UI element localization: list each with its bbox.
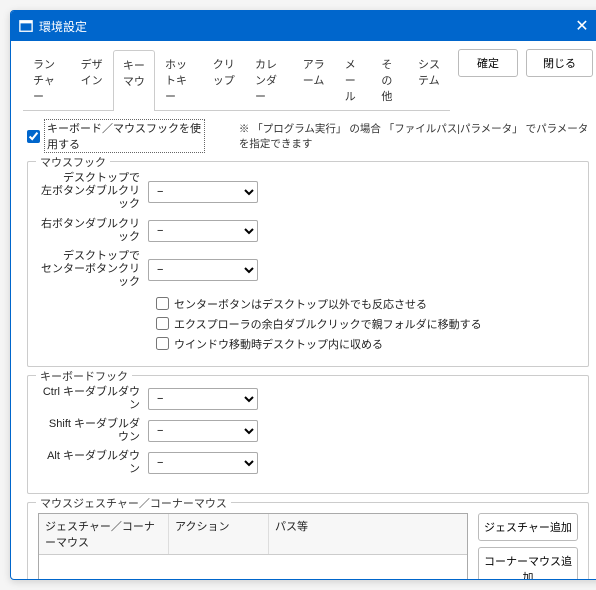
tab-launcher[interactable]: ランチャー	[23, 49, 71, 110]
content-area: キーボード／マウスフックを使用する ※ 「プログラム実行」 の場合 「ファイルパ…	[11, 111, 596, 579]
preferences-window: 環境設定 ✕ ランチャー デザイン キーマウ ホットキー クリップ カレンダー …	[10, 10, 596, 580]
close-button[interactable]: 閉じる	[526, 49, 593, 77]
row-ctrl-dbl: Ctrl キーダブルダウン −	[38, 386, 578, 412]
label-shift-dbl: Shift キーダブルダウン	[38, 418, 148, 444]
check-center-anywhere-label: センターボタンはデスクトップ以外でも反応させる	[174, 296, 427, 312]
tab-mail[interactable]: メール	[335, 49, 372, 110]
gesture-col-2: アクション	[169, 514, 269, 554]
window-title: 環境設定	[39, 18, 567, 35]
add-corner-button[interactable]: コーナーマウス追加	[478, 547, 578, 579]
check-center-anywhere-row: センターボタンはデスクトップ以外でも反応させる	[156, 296, 578, 312]
gesture-col-1: ジェスチャー／コーナーマウス	[39, 514, 169, 554]
tab-other[interactable]: その他	[371, 49, 408, 110]
keyboard-hook-legend: キーボードフック	[36, 368, 132, 384]
check-window-move[interactable]	[156, 337, 169, 350]
row-desktop-center: デスクトップで センターボタンクリック −	[38, 250, 578, 290]
enable-hook-checkbox[interactable]	[27, 130, 40, 143]
param-hint: ※ 「プログラム実行」 の場合 「ファイルパス|パラメータ」 でパラメータを指定…	[239, 121, 589, 151]
gesture-table-header: ジェスチャー／コーナーマウス アクション パス等	[39, 514, 467, 555]
tab-design[interactable]: デザイン	[71, 49, 113, 110]
label-desktop-left-dbl: デスクトップで 左ボタンダブルクリック	[38, 172, 148, 212]
top-row: ランチャー デザイン キーマウ ホットキー クリップ カレンダー アラーム メー…	[11, 41, 596, 111]
gesture-buttons: ジェスチャー追加 コーナーマウス追加 ↑上へ移動 ↓下へ移動 削除	[478, 513, 578, 579]
select-alt-dbl[interactable]: −	[148, 452, 258, 474]
check-center-anywhere[interactable]	[156, 297, 169, 310]
keyboard-hook-fieldset: キーボードフック Ctrl キーダブルダウン − Shift キーダブルダウン …	[27, 375, 589, 494]
tab-clip[interactable]: クリップ	[203, 49, 245, 110]
check-window-move-row: ウインドウ移動時デスクトップ内に収める	[156, 336, 578, 352]
row-alt-dbl: Alt キーダブルダウン −	[38, 450, 578, 476]
select-shift-dbl[interactable]: −	[148, 420, 258, 442]
tab-alarm[interactable]: アラーム	[293, 49, 335, 110]
mouse-hook-legend: マウスフック	[36, 154, 110, 170]
select-desktop-left-dbl[interactable]: −	[148, 181, 258, 203]
check-explorer-dbl[interactable]	[156, 317, 169, 330]
select-right-dbl[interactable]: −	[148, 220, 258, 242]
row-shift-dbl: Shift キーダブルダウン −	[38, 418, 578, 444]
tab-system[interactable]: システム	[408, 49, 450, 110]
enable-hook-row: キーボード／マウスフックを使用する ※ 「プログラム実行」 の場合 「ファイルパ…	[27, 119, 589, 153]
label-right-dbl: 右ボタンダブルクリック	[38, 218, 148, 244]
gesture-fieldset: マウスジェスチャー／コーナーマウス ジェスチャー／コーナーマウス アクション パ…	[27, 502, 589, 579]
tab-hotkey[interactable]: ホットキー	[155, 49, 203, 110]
add-gesture-button[interactable]: ジェスチャー追加	[478, 513, 578, 541]
row-desktop-left-dbl: デスクトップで 左ボタンダブルクリック −	[38, 172, 578, 212]
label-alt-dbl: Alt キーダブルダウン	[38, 450, 148, 476]
row-right-dbl: 右ボタンダブルクリック −	[38, 218, 578, 244]
tab-keymouse[interactable]: キーマウ	[113, 50, 155, 111]
gesture-col-3: パス等	[269, 514, 467, 554]
enable-hook-label: キーボード／マウスフックを使用する	[44, 119, 205, 153]
window-close-button[interactable]: ✕	[567, 16, 596, 36]
gesture-area: ジェスチャー／コーナーマウス アクション パス等 ジェスチャー追加 コーナーマウ…	[38, 513, 578, 579]
tab-strip: ランチャー デザイン キーマウ ホットキー クリップ カレンダー アラーム メー…	[23, 49, 450, 111]
check-window-move-label: ウインドウ移動時デスクトップ内に収める	[174, 336, 383, 352]
titlebar: 環境設定 ✕	[11, 11, 596, 41]
label-ctrl-dbl: Ctrl キーダブルダウン	[38, 386, 148, 412]
mouse-hook-fieldset: マウスフック デスクトップで 左ボタンダブルクリック − 右ボタンダブルクリック…	[27, 161, 589, 367]
check-explorer-dbl-row: エクスプローラの余白ダブルクリックで親フォルダに移動する	[156, 316, 578, 332]
check-explorer-dbl-label: エクスプローラの余白ダブルクリックで親フォルダに移動する	[174, 316, 482, 332]
ok-button[interactable]: 確定	[458, 49, 518, 77]
tab-calendar[interactable]: カレンダー	[245, 49, 293, 110]
gesture-table[interactable]: ジェスチャー／コーナーマウス アクション パス等	[38, 513, 468, 579]
window-icon	[19, 19, 33, 33]
label-desktop-center: デスクトップで センターボタンクリック	[38, 250, 148, 290]
select-ctrl-dbl[interactable]: −	[148, 388, 258, 410]
dialog-buttons: 確定 閉じる	[458, 49, 593, 77]
select-desktop-center[interactable]: −	[148, 259, 258, 281]
gesture-legend: マウスジェスチャー／コーナーマウス	[36, 495, 231, 511]
